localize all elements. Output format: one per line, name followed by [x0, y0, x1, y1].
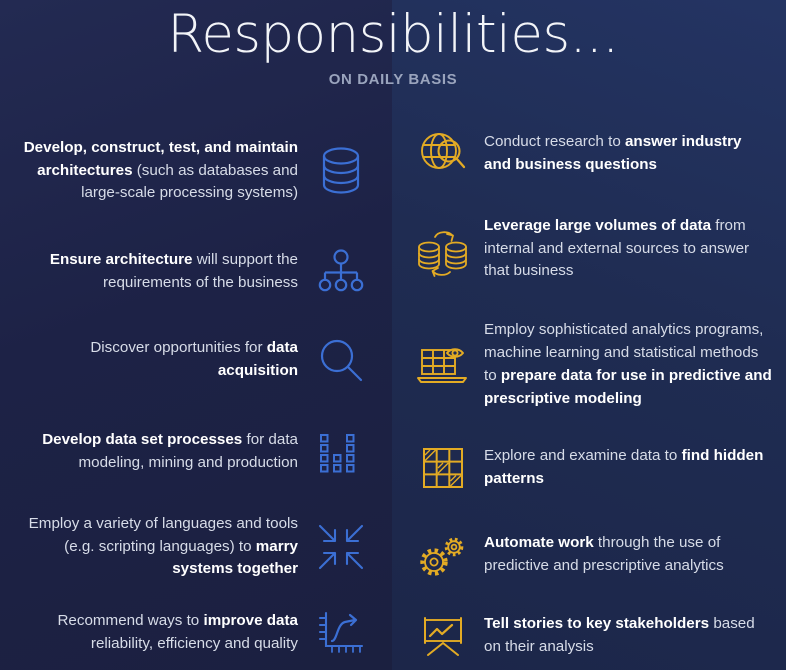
growth-chart-icon: [304, 602, 378, 664]
list-item: Ensure architecture will support the req…: [0, 230, 392, 314]
responsibility-text: Develop data set processes for data mode…: [42, 431, 298, 471]
responsibility-text: Leverage large volumes of data from inte…: [484, 216, 750, 280]
presentation-chart-icon: [406, 605, 480, 667]
left-column: Develop, construct, test, and maintain a…: [0, 112, 392, 670]
responsibility-text: Employ a variety of languages and tools …: [28, 514, 298, 578]
pattern-grid-icon: [406, 437, 480, 499]
page-subtitle: ON DAILY BASIS: [328, 70, 458, 88]
responsibility-text: Develop, construct, test, and maintain a…: [23, 138, 298, 202]
responsibility-columns: Develop, construct, test, and maintain a…: [0, 112, 786, 670]
list-item: Discover opportunities for data acquisit…: [0, 314, 392, 406]
list-item: Tell stories to key stakeholders based o…: [392, 602, 786, 670]
globe-search-icon: [406, 123, 480, 185]
list-item: Automate work through the use of predict…: [392, 508, 786, 602]
responsibility-text: Automate work through the use of predict…: [484, 534, 724, 574]
list-item: Employ a variety of languages and tools …: [0, 498, 392, 596]
responsibility-text: Conduct research to answer industry and …: [484, 133, 742, 173]
list-item: Employ sophisticated analytics programs,…: [392, 302, 786, 428]
responsibility-text: Recommend ways to improve data reliabili…: [57, 612, 298, 652]
analytics-board-icon: [406, 334, 480, 396]
right-column: Conduct research to answer industry and …: [392, 112, 786, 670]
converging-arrows-icon: [304, 516, 378, 578]
database-sync-icon: [406, 218, 480, 280]
list-item: Leverage large volumes of data from inte…: [392, 196, 786, 302]
poster-header: Responsibilities... ON DAILY BASIS: [0, 0, 786, 110]
list-item: Explore and examine data to find hidden …: [392, 428, 786, 508]
list-item: Develop, construct, test, and maintain a…: [0, 112, 392, 230]
responsibility-text: Tell stories to key stakeholders based o…: [484, 615, 755, 655]
database-icon: [304, 140, 378, 202]
responsibility-text: Explore and examine data to find hidden …: [484, 447, 764, 487]
responsibility-text: Discover opportunities for data acquisit…: [90, 339, 298, 379]
list-item: Conduct research to answer industry and …: [392, 112, 786, 196]
gears-icon: [406, 524, 480, 586]
list-item: Recommend ways to improve data reliabili…: [0, 596, 392, 670]
hierarchy-icon: [304, 241, 378, 303]
page-title: Responsibilities...: [167, 4, 619, 65]
infographic-poster: Responsibilities... ON DAILY BASIS Devel…: [0, 0, 786, 670]
list-item: Develop data set processes for data mode…: [0, 406, 392, 498]
responsibility-text: Ensure architecture will support the req…: [49, 251, 298, 291]
responsibility-text: Employ sophisticated analytics programs,…: [484, 321, 772, 407]
magnifier-icon: [304, 329, 378, 391]
dot-matrix-icon: [304, 421, 378, 483]
